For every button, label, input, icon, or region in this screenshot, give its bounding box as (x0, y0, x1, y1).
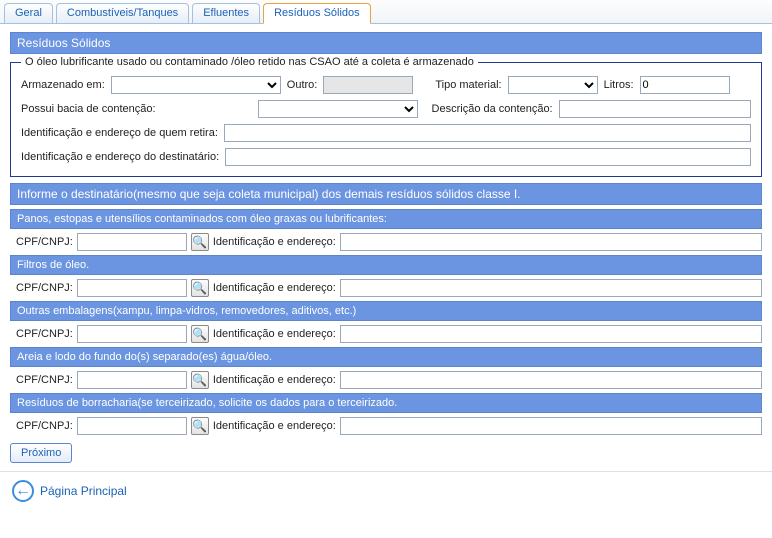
search-icon[interactable]: 🔍 (191, 417, 209, 435)
tab-bar: Geral Combustíveis/Tanques Efluentes Res… (0, 0, 772, 24)
ident-label: Identificação e endereço: (213, 282, 336, 294)
informe-destinatario-header: Informe o destinatário(mesmo que seja co… (10, 183, 762, 205)
litros-label: Litros: (604, 79, 634, 91)
search-icon[interactable]: 🔍 (191, 325, 209, 343)
ident-dest-input[interactable] (225, 148, 751, 166)
ident-label: Identificação e endereço: (213, 236, 336, 248)
proximo-button[interactable]: Próximo (10, 443, 72, 463)
cpf-label: CPF/CNPJ: (16, 236, 73, 248)
tipo-material-select[interactable] (508, 76, 598, 94)
group-borracharia-ident-input[interactable] (340, 417, 762, 435)
litros-input[interactable] (640, 76, 730, 94)
group-filtros-header: Filtros de óleo. (10, 255, 762, 275)
group-borracharia-cpf-input[interactable] (77, 417, 187, 435)
group-borracharia-row: CPF/CNPJ: 🔍 Identificação e endereço: (16, 417, 762, 435)
armazenado-em-select[interactable] (111, 76, 281, 94)
tab-geral[interactable]: Geral (4, 3, 53, 24)
group-borracharia-header: Resíduos de borracharia(se terceirizado,… (10, 393, 762, 413)
group-filtros-row: CPF/CNPJ: 🔍 Identificação e endereço: (16, 279, 762, 297)
group-panos-row: CPF/CNPJ: 🔍 Identificação e endereço: (16, 233, 762, 251)
ident-retira-label: Identificação e endereço de quem retira: (21, 127, 218, 139)
search-icon[interactable]: 🔍 (191, 233, 209, 251)
oil-storage-group: O óleo lubrificante usado ou contaminado… (10, 56, 762, 177)
ident-label: Identificação e endereço: (213, 374, 336, 386)
group-outras-ident-input[interactable] (340, 325, 762, 343)
group-areia-cpf-input[interactable] (77, 371, 187, 389)
descricao-contencao-label: Descrição da contenção: (424, 103, 553, 115)
group-outras-row: CPF/CNPJ: 🔍 Identificação e endereço: (16, 325, 762, 343)
descricao-contencao-input[interactable] (559, 100, 751, 118)
outro-input[interactable] (323, 76, 413, 94)
tab-residuos-solidos[interactable]: Resíduos Sólidos (263, 3, 371, 24)
tab-combustiveis[interactable]: Combustíveis/Tanques (56, 3, 189, 24)
cpf-label: CPF/CNPJ: (16, 420, 73, 432)
tab-efluentes[interactable]: Efluentes (192, 3, 260, 24)
footer: ← Página Principal (0, 471, 772, 510)
group-areia-row: CPF/CNPJ: 🔍 Identificação e endereço: (16, 371, 762, 389)
search-icon[interactable]: 🔍 (191, 279, 209, 297)
home-link[interactable]: Página Principal (40, 484, 127, 498)
group-areia-ident-input[interactable] (340, 371, 762, 389)
back-arrow-icon[interactable]: ← (12, 480, 34, 502)
group-outras-cpf-input[interactable] (77, 325, 187, 343)
ident-label: Identificação e endereço: (213, 328, 336, 340)
search-icon[interactable]: 🔍 (191, 371, 209, 389)
cpf-label: CPF/CNPJ: (16, 328, 73, 340)
possui-bacia-label: Possui bacia de contenção: (21, 103, 156, 115)
group-panos-header: Panos, estopas e utensílios contaminados… (10, 209, 762, 229)
cpf-label: CPF/CNPJ: (16, 374, 73, 386)
outro-label: Outro: (287, 79, 318, 91)
cpf-label: CPF/CNPJ: (16, 282, 73, 294)
group-filtros-cpf-input[interactable] (77, 279, 187, 297)
ident-dest-label: Identificação e endereço do destinatário… (21, 151, 219, 163)
armazenado-em-label: Armazenado em: (21, 79, 105, 91)
group-panos-cpf-input[interactable] (77, 233, 187, 251)
ident-label: Identificação e endereço: (213, 420, 336, 432)
possui-bacia-select[interactable] (258, 100, 418, 118)
group-filtros-ident-input[interactable] (340, 279, 762, 297)
group-panos-ident-input[interactable] (340, 233, 762, 251)
section-title-residuos: Resíduos Sólidos (10, 32, 762, 54)
ident-retira-input[interactable] (224, 124, 751, 142)
group-outras-header: Outras embalagens(xampu, limpa-vidros, r… (10, 301, 762, 321)
oil-storage-legend: O óleo lubrificante usado ou contaminado… (21, 56, 478, 68)
group-areia-header: Areia e lodo do fundo do(s) separado(es)… (10, 347, 762, 367)
tipo-material-label: Tipo material: (435, 79, 501, 91)
